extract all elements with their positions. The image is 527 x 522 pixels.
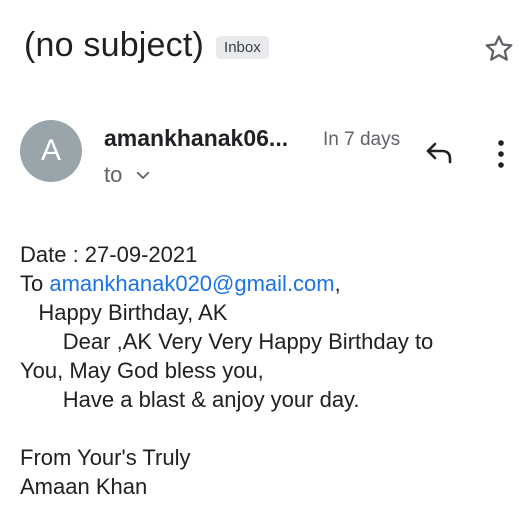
to-suffix: , bbox=[334, 271, 341, 296]
email-subject: (no subject) bbox=[24, 26, 205, 64]
reply-icon bbox=[426, 142, 452, 164]
more-vertical-icon bbox=[498, 140, 504, 168]
star-outline-icon bbox=[485, 35, 513, 61]
chevron-down-icon bbox=[137, 171, 150, 179]
body-closing: From Your's Truly bbox=[20, 445, 191, 470]
email-body: Date : 27-09-2021 To amankhanak020@gmail.… bbox=[20, 240, 433, 501]
email-date: In 7 days bbox=[323, 129, 401, 150]
body-line-1: Dear ,AK Very Very Happy Birthday to bbox=[20, 329, 434, 354]
star-icon[interactable] bbox=[482, 32, 516, 66]
email-view: (no subject) Inbox A amankhanak06... In … bbox=[0, 0, 527, 522]
more-options-button[interactable] bbox=[490, 136, 512, 172]
recipient-email-link[interactable]: amankhanak020@gmail.com bbox=[49, 271, 334, 296]
body-line-2: You, May God bless you, bbox=[20, 358, 264, 383]
sender-avatar[interactable]: A bbox=[20, 120, 82, 182]
to-prefix: To bbox=[20, 271, 50, 296]
body-date-line: Date : 27-09-2021 bbox=[20, 242, 198, 267]
body-greeting: Happy Birthday, AK bbox=[20, 300, 228, 325]
body-signature: Amaan Khan bbox=[20, 474, 148, 499]
avatar-letter: A bbox=[40, 134, 61, 167]
body-blank-line: ​ bbox=[20, 414, 433, 443]
subject-row: (no subject) Inbox bbox=[24, 26, 269, 65]
reply-button[interactable] bbox=[422, 138, 456, 168]
recipient-details-toggle[interactable]: to bbox=[104, 162, 152, 188]
body-line-3: Have a blast & anjoy your day. bbox=[20, 387, 360, 412]
sender-name[interactable]: amankhanak06... bbox=[104, 125, 288, 152]
body-to-line: To amankhanak020@gmail.com, bbox=[20, 269, 433, 298]
inbox-label-badge[interactable]: Inbox bbox=[216, 36, 269, 59]
to-label: to bbox=[104, 162, 123, 187]
